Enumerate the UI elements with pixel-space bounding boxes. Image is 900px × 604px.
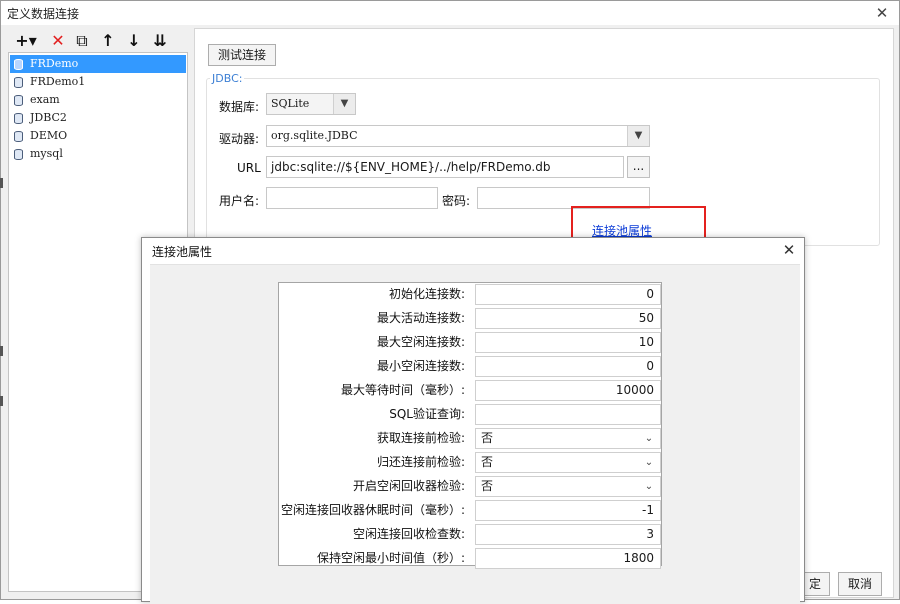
close-icon[interactable]: ✕ [873, 4, 891, 22]
connection-toolbar: +▾ ✕ ⧉ ↑ ↓ ⇊ [8, 30, 186, 52]
table-row: 初始化连接数: 0 [279, 283, 661, 307]
table-row: 保持空闲最小时间值（秒）: 1800 [279, 547, 661, 571]
property-label: 获取连接前检验: [376, 431, 465, 445]
database-icon [14, 95, 23, 106]
chevron-down-icon: ▼ [627, 126, 649, 146]
property-value-field[interactable]: 0 [475, 284, 661, 305]
divider [0, 346, 3, 356]
table-row: 归还连接前检验: 否 ⌄ [279, 451, 661, 475]
list-item[interactable]: FRDemo1 [10, 73, 186, 91]
property-label: 保持空闲最小时间值（秒）: [316, 551, 465, 565]
table-row: 最大活动连接数: 50 [279, 307, 661, 331]
username-label: 用户名: [219, 194, 260, 208]
url-browse-button[interactable]: ... [627, 156, 650, 178]
property-label: 最小空闲连接数: [376, 359, 465, 373]
property-label: 最大等待时间（毫秒）: [340, 383, 465, 397]
property-label: 最大空闲连接数: [376, 335, 465, 349]
table-row: SQL验证查询: [279, 403, 661, 427]
move-down-icon[interactable]: ↓ [124, 30, 144, 52]
database-label: 数据库: [219, 100, 260, 114]
chevron-down-icon: ⌄ [638, 429, 660, 448]
pool-property-table: 初始化连接数: 0 最大活动连接数: 50 最大空闲连接数: 10 最小空闲连接… [278, 282, 662, 569]
select-value: 否 [481, 479, 494, 493]
property-label: 开启空闲回收器检验: [352, 479, 465, 493]
driver-select[interactable]: org.sqlite.JDBC ▼ [266, 125, 650, 147]
property-select[interactable]: 否 ⌄ [475, 428, 661, 449]
property-value-field[interactable]: -1 [475, 500, 661, 521]
delete-icon[interactable]: ✕ [48, 30, 68, 52]
property-value-field[interactable]: 3 [475, 524, 661, 545]
chevron-down-icon: ▼ [333, 94, 355, 114]
property-value-field[interactable]: 50 [475, 308, 661, 329]
property-label: 归还连接前检验: [376, 455, 465, 469]
username-field[interactable] [266, 187, 438, 209]
list-item[interactable]: JDBC2 [10, 109, 186, 127]
url-field[interactable]: jdbc:sqlite://${ENV_HOME}/../help/FRDemo… [266, 156, 624, 178]
property-value-field[interactable] [475, 404, 661, 425]
test-connection-button[interactable]: 测试连接 [208, 44, 276, 66]
connection-name: JDBC2 [30, 111, 67, 124]
driver-label: 驱动器: [219, 132, 260, 146]
connection-name: mysql [30, 147, 63, 160]
property-select[interactable]: 否 ⌄ [475, 452, 661, 473]
window-title: 定义数据连接 [7, 7, 80, 21]
list-item[interactable]: exam [10, 91, 186, 109]
connection-name: FRDemo1 [30, 75, 86, 88]
table-row: 获取连接前检验: 否 ⌄ [279, 427, 661, 451]
pool-properties-dialog: 连接池属性 ✕ 初始化连接数: 0 最大活动连接数: 50 最大空闲连接数: 1… [141, 237, 805, 604]
property-label: SQL验证查询: [389, 407, 465, 421]
list-item[interactable]: DEMO [10, 127, 186, 145]
close-icon[interactable]: ✕ [780, 241, 798, 259]
property-label: 初始化连接数: [388, 287, 465, 301]
move-up-icon[interactable]: ↑ [98, 30, 118, 52]
driver-value: org.sqlite.JDBC [271, 129, 358, 142]
property-value-field[interactable]: 10 [475, 332, 661, 353]
database-icon [14, 59, 23, 70]
copy-icon[interactable]: ⧉ [72, 30, 92, 52]
divider [0, 178, 3, 188]
database-value: SQLite [271, 97, 310, 110]
add-icon[interactable]: +▾ [12, 30, 40, 52]
database-icon [14, 149, 23, 160]
connection-name: FRDemo [30, 57, 79, 70]
property-label: 最大活动连接数: [376, 311, 465, 325]
sort-icon[interactable]: ⇊ [150, 30, 170, 52]
select-value: 否 [481, 455, 494, 469]
select-value: 否 [481, 431, 494, 445]
dialog-title: 连接池属性 [152, 245, 213, 259]
table-row: 最大等待时间（毫秒）: 10000 [279, 379, 661, 403]
property-value-field[interactable]: 1800 [475, 548, 661, 569]
url-label: URL [237, 161, 261, 175]
table-row: 最大空闲连接数: 10 [279, 331, 661, 355]
title-bar: 定义数据连接 ✕ [1, 1, 899, 25]
chevron-down-icon: ⌄ [638, 477, 660, 496]
property-label: 空闲连接回收器休眠时间（毫秒）: [280, 503, 465, 517]
list-item[interactable]: mysql [10, 145, 186, 163]
cancel-button[interactable]: 取消 [838, 572, 882, 596]
property-label: 空闲连接回收检查数: [352, 527, 465, 541]
table-row: 最小空闲连接数: 0 [279, 355, 661, 379]
list-item[interactable]: FRDemo [10, 55, 186, 73]
database-select[interactable]: SQLite ▼ [266, 93, 356, 115]
table-row: 开启空闲回收器检验: 否 ⌄ [279, 475, 661, 499]
property-value-field[interactable]: 0 [475, 356, 661, 377]
divider [0, 396, 3, 406]
chevron-down-icon: ⌄ [638, 453, 660, 472]
property-value-field[interactable]: 10000 [475, 380, 661, 401]
database-icon [14, 131, 23, 142]
table-row: 空闲连接回收器休眠时间（毫秒）: -1 [279, 499, 661, 523]
connection-name: exam [30, 93, 60, 106]
database-icon [14, 77, 23, 88]
connection-name: DEMO [30, 129, 68, 142]
database-icon [14, 113, 23, 124]
property-select[interactable]: 否 ⌄ [475, 476, 661, 497]
password-label: 密码: [442, 194, 471, 208]
table-row: 空闲连接回收检查数: 3 [279, 523, 661, 547]
jdbc-group-label: JDBC: [210, 72, 245, 85]
